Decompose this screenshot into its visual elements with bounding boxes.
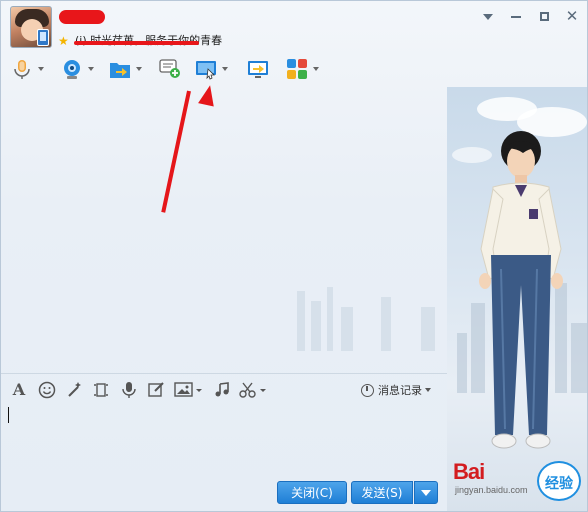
webcam-icon <box>61 58 83 80</box>
caret-down-icon[interactable] <box>313 67 319 71</box>
baidu-jingyan-watermark: Bai jingyan.baidu.com 经验 <box>453 459 583 503</box>
caret-down-icon[interactable] <box>222 67 228 71</box>
divider <box>1 373 447 374</box>
caret-down-icon[interactable] <box>136 67 142 71</box>
chat-toolbar <box>1 55 341 83</box>
scissors-icon[interactable] <box>239 381 269 399</box>
voice-message-icon[interactable] <box>120 381 138 399</box>
maximize-button[interactable] <box>537 9 551 23</box>
window-controls: ✕ <box>481 7 579 25</box>
star-icon: ★ <box>58 34 69 48</box>
maximize-icon <box>539 12 549 21</box>
edit-icon[interactable] <box>147 381 165 399</box>
create-discussion-button[interactable] <box>159 55 181 83</box>
remote-assistance-button[interactable] <box>195 55 228 83</box>
minimize-icon <box>511 16 521 18</box>
microphone-icon <box>11 58 33 80</box>
minimize-button[interactable] <box>509 9 523 23</box>
redaction-strike <box>74 41 199 45</box>
music-icon[interactable] <box>213 381 231 399</box>
text-cursor <box>8 407 9 423</box>
send-file-icon <box>109 58 131 80</box>
message-history-button[interactable]: 消息记录 <box>361 380 431 400</box>
caret-down-icon[interactable] <box>88 67 94 71</box>
close-icon: ✕ <box>565 7 579 25</box>
screenshot-icon[interactable] <box>92 381 110 399</box>
apps-grid-icon <box>286 58 308 80</box>
video-call-button[interactable] <box>61 55 94 83</box>
share-screen-button[interactable] <box>247 55 269 83</box>
triangle-down-icon <box>483 14 493 20</box>
font-icon[interactable]: A <box>10 381 28 399</box>
mobile-online-icon <box>37 29 49 46</box>
screen-share-icon <box>247 58 269 80</box>
close-button[interactable]: 关闭(C) <box>277 481 347 504</box>
message-history-label: 消息记录 <box>378 384 422 397</box>
message-input[interactable] <box>1 403 447 477</box>
city-silhouette <box>457 333 467 393</box>
message-history-area[interactable] <box>1 87 447 373</box>
send-button-label: 发送(S) <box>361 486 403 500</box>
city-silhouette <box>571 323 587 393</box>
image-icon[interactable] <box>174 381 204 399</box>
show-character-illustration <box>471 129 571 469</box>
chat-window: ★ (i) 时光荏苒，服务于你的青春 ✕ <box>0 0 588 512</box>
add-chat-icon <box>159 58 181 80</box>
close-window-button[interactable]: ✕ <box>565 7 579 25</box>
remote-desktop-icon <box>195 58 217 80</box>
watermark-badge: 经验 <box>537 461 581 501</box>
clock-icon <box>361 383 374 397</box>
apps-button[interactable] <box>286 55 319 83</box>
contact-name-redacted <box>59 10 105 24</box>
caret-down-icon[interactable] <box>38 67 44 71</box>
send-options-button[interactable] <box>414 481 438 504</box>
voice-call-button[interactable] <box>11 55 44 83</box>
emoji-icon[interactable] <box>38 381 56 399</box>
watermark-url: jingyan.baidu.com <box>455 485 528 495</box>
magic-wand-icon[interactable] <box>65 381 83 399</box>
send-button[interactable]: 发送(S) <box>351 481 413 504</box>
send-file-button[interactable] <box>109 55 142 83</box>
dropdown-menu-button[interactable] <box>481 9 495 23</box>
watermark-badge-text: 经验 <box>545 475 573 491</box>
triangle-down-icon <box>421 489 431 496</box>
caret-down-icon <box>425 388 431 392</box>
close-button-label: 关闭(C) <box>291 486 333 500</box>
watermark-brand: Bai <box>453 459 485 484</box>
input-toolbar: A 消息记录 <box>1 377 447 401</box>
chat-header: ★ (i) 时光荏苒，服务于你的青春 ✕ <box>1 1 587 55</box>
